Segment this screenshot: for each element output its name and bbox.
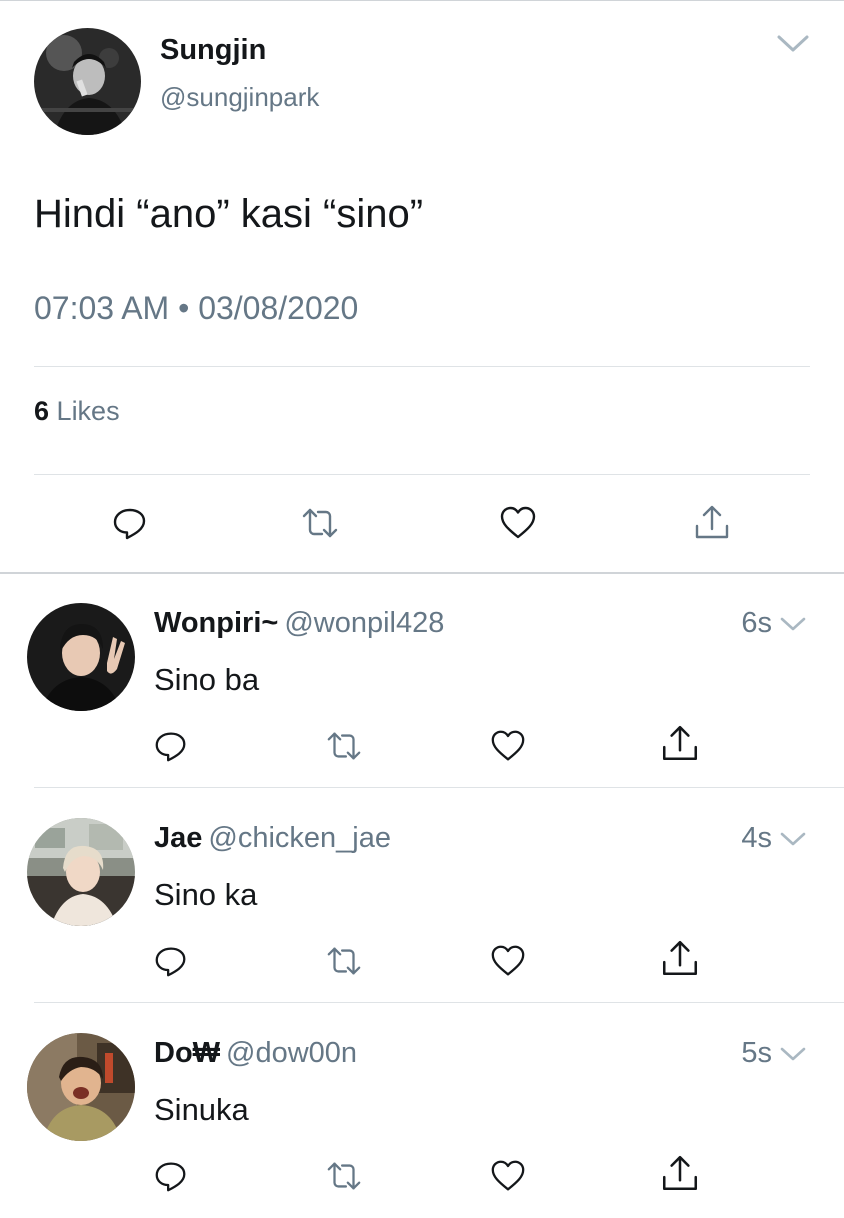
retweet-button[interactable] bbox=[320, 937, 368, 985]
reply-divider bbox=[34, 1002, 844, 1003]
reply-time-text: 4s bbox=[741, 822, 772, 854]
divider bbox=[34, 366, 810, 367]
reply-item[interactable]: Wonpiri~ @wonpil428 6s Sino ba bbox=[0, 574, 844, 788]
tweet-timestamp: 07:03 AM • 03/08/2020 bbox=[34, 290, 359, 326]
reply-button[interactable] bbox=[147, 722, 195, 770]
share-button[interactable] bbox=[688, 499, 736, 547]
reply-author-handle[interactable]: @dow00n bbox=[226, 1037, 357, 1069]
retweet-icon bbox=[327, 732, 361, 760]
reply-text: Sino ka bbox=[154, 877, 258, 912]
likes-number: 6 bbox=[34, 396, 50, 426]
reply-avatar[interactable] bbox=[27, 603, 135, 711]
chevron-down-icon[interactable] bbox=[778, 828, 808, 850]
reply-item[interactable]: Do₩ @dow00n 5s Sinuka bbox=[0, 1004, 844, 1218]
reply-author-handle[interactable]: @wonpil428 bbox=[284, 607, 444, 639]
reply-text: Sinuka bbox=[154, 1092, 249, 1127]
reply-time: 5s bbox=[741, 1037, 808, 1070]
chevron-down-icon[interactable] bbox=[774, 30, 812, 63]
reply-header: Do₩ @dow00n bbox=[154, 1037, 357, 1070]
retweet-button[interactable] bbox=[296, 499, 344, 547]
reply-author-name[interactable]: Do₩ bbox=[154, 1037, 220, 1069]
share-icon bbox=[662, 940, 698, 975]
retweet-icon bbox=[327, 1162, 361, 1190]
reply-icon bbox=[155, 1162, 186, 1192]
retweet-button[interactable] bbox=[320, 722, 368, 770]
like-button[interactable] bbox=[484, 1152, 532, 1200]
tweet-text: Hindi “ano” kasi “sino” bbox=[34, 192, 424, 236]
divider bbox=[34, 474, 810, 475]
reply-button[interactable] bbox=[147, 1152, 195, 1200]
reply-author-name[interactable]: Wonpiri~ bbox=[154, 607, 278, 639]
reply-icon bbox=[155, 947, 186, 977]
reply-author-handle[interactable]: @chicken_jae bbox=[208, 822, 391, 854]
share-button[interactable] bbox=[656, 1150, 704, 1198]
share-icon bbox=[695, 505, 729, 539]
reply-button[interactable] bbox=[106, 499, 154, 547]
share-button[interactable] bbox=[656, 720, 704, 768]
author-handle[interactable]: @sungjinpark bbox=[160, 82, 319, 113]
reply-author-name[interactable]: Jae bbox=[154, 822, 202, 854]
reply-header: Wonpiri~ @wonpil428 bbox=[154, 607, 444, 640]
reply-item[interactable]: Jae @chicken_jae 4s Sino ka bbox=[0, 789, 844, 1003]
reply-time-text: 6s bbox=[741, 607, 772, 639]
reply-time: 6s bbox=[741, 607, 808, 640]
likes-count[interactable]: 6 Likes bbox=[34, 396, 120, 427]
author-avatar[interactable] bbox=[34, 28, 141, 135]
reply-icon bbox=[113, 508, 146, 540]
chevron-down-icon[interactable] bbox=[778, 613, 808, 635]
reply-divider bbox=[34, 787, 844, 788]
retweet-icon bbox=[302, 508, 338, 538]
reply-avatar[interactable] bbox=[27, 1033, 135, 1141]
reply-text: Sino ba bbox=[154, 662, 260, 697]
share-button[interactable] bbox=[656, 935, 704, 983]
reply-time-text: 5s bbox=[741, 1037, 772, 1069]
like-icon bbox=[491, 945, 525, 976]
reply-avatar[interactable] bbox=[27, 818, 135, 926]
reply-icon bbox=[155, 732, 186, 762]
likes-label: Likes bbox=[56, 396, 120, 426]
reply-time: 4s bbox=[741, 822, 808, 855]
share-icon bbox=[662, 725, 698, 760]
like-button[interactable] bbox=[484, 937, 532, 985]
like-button[interactable] bbox=[494, 499, 542, 547]
like-icon bbox=[491, 730, 525, 761]
chevron-down-icon[interactable] bbox=[778, 1043, 808, 1065]
share-icon bbox=[662, 1155, 698, 1190]
top-border bbox=[0, 0, 844, 1]
retweet-button[interactable] bbox=[320, 1152, 368, 1200]
reply-header: Jae @chicken_jae bbox=[154, 822, 391, 855]
like-icon bbox=[500, 506, 536, 539]
like-button[interactable] bbox=[484, 722, 532, 770]
like-icon bbox=[491, 1160, 525, 1191]
author-name[interactable]: Sungjin bbox=[160, 34, 266, 67]
retweet-icon bbox=[327, 947, 361, 975]
reply-button[interactable] bbox=[147, 937, 195, 985]
